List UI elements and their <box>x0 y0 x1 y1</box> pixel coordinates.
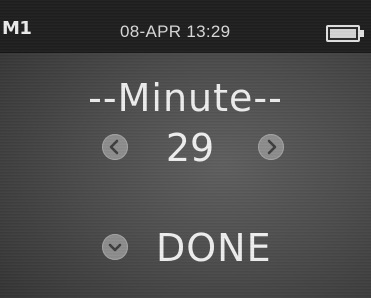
minute-value: 29 <box>165 126 215 170</box>
status-bar: M1 08-APR 13:29 <box>0 0 371 52</box>
increase-button[interactable] <box>258 134 284 160</box>
battery-icon <box>326 25 360 42</box>
done-label: DONE <box>156 226 272 270</box>
battery-level <box>330 29 356 38</box>
setting-title: --Minute-- <box>88 76 283 120</box>
battery-tip <box>360 30 364 37</box>
chevron-left-icon <box>109 139 119 155</box>
decrease-button[interactable] <box>102 134 128 160</box>
date-time: 08-APR 13:29 <box>120 22 231 41</box>
profile-label: M1 <box>2 18 32 39</box>
device-screen: M1 08-APR 13:29 --Minute-- 29 DONE <box>0 0 371 298</box>
done-button[interactable]: DONE <box>100 226 290 270</box>
chevron-right-icon <box>267 139 277 155</box>
chevron-down-icon <box>102 234 128 260</box>
